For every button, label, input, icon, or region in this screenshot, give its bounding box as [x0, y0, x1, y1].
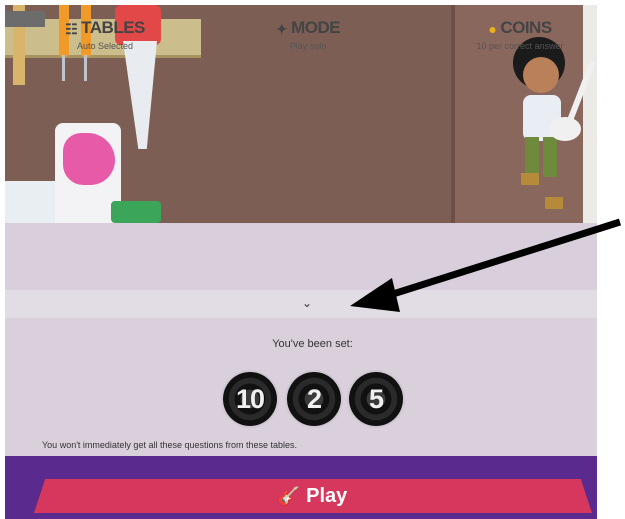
green-box [111, 201, 161, 223]
page-margin [597, 0, 625, 519]
coins-info[interactable]: ● COINS 10 per correct answer [420, 18, 620, 51]
mode-title: ✦ MODE [275, 18, 341, 37]
expand-bar[interactable] [5, 290, 597, 318]
screwdriver-shaft [84, 55, 87, 81]
table-number: 2 [306, 384, 322, 414]
paint-splash [63, 133, 115, 185]
coins-subtitle: 10 per correct answer [476, 41, 564, 51]
mode-info[interactable]: ✦ MODE Play solo [208, 18, 408, 51]
chevron-down-icon[interactable]: ⌄ [302, 296, 312, 310]
tables-subtitle: Auto Selected [76, 41, 134, 51]
guitar-icon: 🎸 [277, 486, 301, 506]
game-info-bar [5, 223, 597, 290]
table-number: 5 [368, 384, 384, 414]
table-number: 10 [235, 384, 265, 414]
saw-blade [123, 41, 157, 149]
coins-title: ● COINS [488, 18, 552, 37]
play-button-label[interactable]: 🎸 Play [0, 479, 625, 513]
rocker-icon: ✦ [275, 21, 288, 37]
tables-note: You won't immediately get all these ques… [42, 440, 298, 450]
tables-title: ☷ TABLES [65, 18, 145, 37]
mode-subtitle: Play solo [289, 41, 327, 51]
tables-info[interactable]: ☷ TABLES Auto Selected [5, 18, 205, 51]
set-title: You've been set: [272, 338, 353, 350]
table-grid-icon: ☷ [65, 21, 78, 37]
screwdriver-shaft [62, 55, 65, 81]
rockstar-character [513, 37, 596, 209]
coin-icon: ● [488, 21, 497, 37]
